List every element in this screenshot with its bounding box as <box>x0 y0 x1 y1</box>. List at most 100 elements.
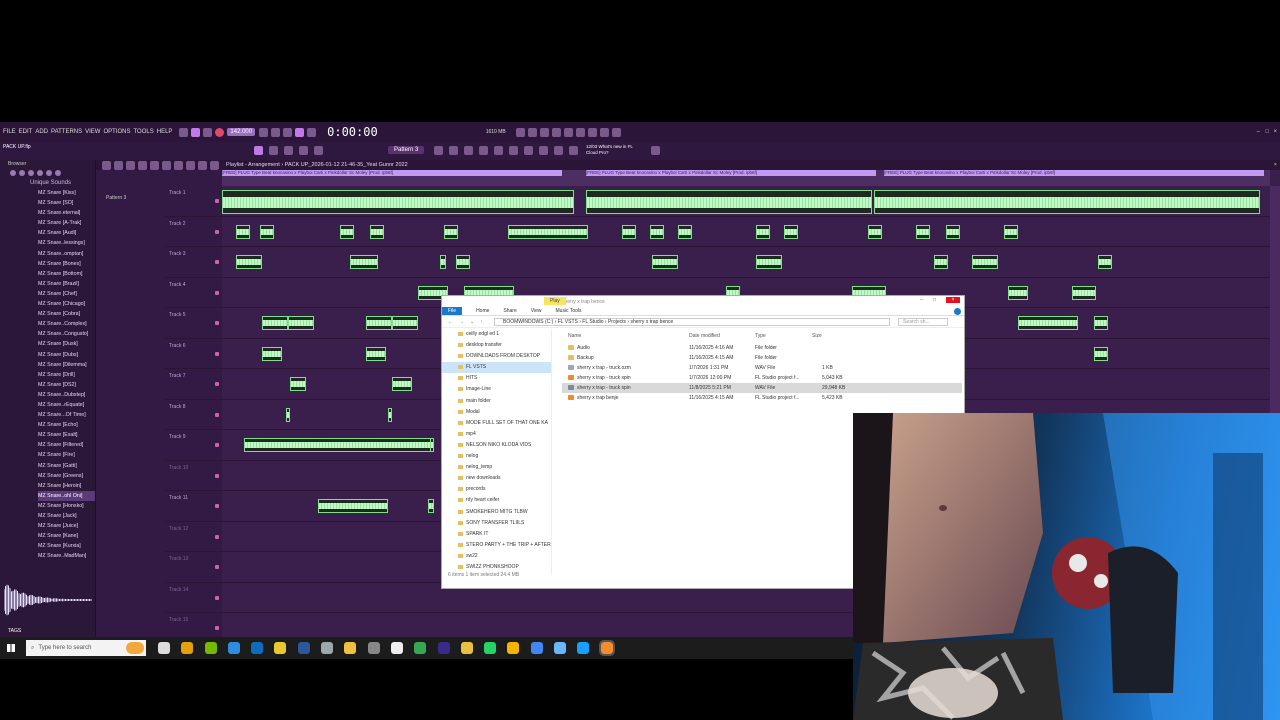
nav-folder-item[interactable]: new downloads <box>442 473 551 484</box>
browser-item[interactable]: MZ Snare..MadMan] <box>38 551 95 561</box>
playlist-icon[interactable] <box>434 146 443 155</box>
playlist-draw-icon[interactable] <box>126 160 135 170</box>
track-label[interactable]: Track 10 <box>169 465 188 471</box>
piano-icon[interactable] <box>524 146 533 155</box>
file-row[interactable]: Audio 11/16/2025 4:16 AM File folder <box>562 343 962 353</box>
audio-clip[interactable] <box>756 224 770 239</box>
stop-button[interactable] <box>203 127 213 137</box>
audio-clip[interactable] <box>262 316 288 330</box>
mixer-icon[interactable] <box>527 127 537 137</box>
address-bar[interactable]: BOOMWINDOWS (C:) › FL VSTS › FL Studio ›… <box>494 317 890 326</box>
pattern-selector[interactable]: Pattern 3 <box>388 146 425 154</box>
pattern-song-toggle[interactable] <box>179 127 189 137</box>
track-label[interactable]: Track 5 <box>169 312 185 318</box>
mixer-window-icon[interactable] <box>479 146 488 155</box>
browser-item[interactable]: MZ Snare [Jack] <box>38 511 95 521</box>
browser-snap-icon[interactable] <box>55 170 61 176</box>
path-segment[interactable]: FL VSTS <box>558 319 578 325</box>
next-icon[interactable] <box>269 146 278 155</box>
browser-item[interactable]: MZ Snare [DS2] <box>38 380 95 390</box>
browser-item[interactable]: MZ Snare [Dilemma] <box>38 360 95 370</box>
nav-folder-item[interactable]: mp4 <box>442 429 551 440</box>
track-label[interactable]: Track 7 <box>169 373 185 379</box>
track-label[interactable]: Track 9 <box>169 434 185 440</box>
recent-icon[interactable]: ⌄ <box>470 319 474 325</box>
ribbon-tab-music-tools[interactable]: Music Tools <box>556 308 582 314</box>
channel-rack-icon[interactable] <box>587 127 597 137</box>
word-icon[interactable] <box>297 642 310 654</box>
browser-item[interactable]: MZ Snare [Brazil] <box>38 279 95 289</box>
audio-clip[interactable] <box>350 255 378 269</box>
menu-edit[interactable]: EDIT <box>19 129 33 135</box>
audio-clip[interactable] <box>1008 285 1028 300</box>
audio-clip[interactable] <box>444 224 458 239</box>
audio-clip[interactable] <box>244 438 434 452</box>
track-label[interactable]: Track 3 <box>169 251 185 257</box>
audio-clip[interactable] <box>1094 346 1108 361</box>
ribbon-tab-home[interactable]: Home <box>476 308 489 314</box>
audio-clip[interactable] <box>874 190 1260 214</box>
nav-folder-item[interactable]: rdy heart ceifer <box>442 495 551 506</box>
browser-item[interactable]: MZ Snare [Heroin] <box>38 481 95 491</box>
file-row[interactable]: sherry x trap - truck spin 1/7/2026 12:00… <box>562 373 962 383</box>
plugin-database-icon[interactable] <box>509 146 518 155</box>
track-label[interactable]: Track 8 <box>169 404 185 410</box>
nav-folder-item[interactable]: FL VSTS <box>442 362 551 374</box>
undo-icon[interactable] <box>515 127 525 137</box>
audio-clip[interactable] <box>366 316 392 330</box>
track-label[interactable]: Track 6 <box>169 343 185 349</box>
path-segment[interactable]: sherry x trap bence <box>630 319 673 325</box>
path-segment[interactable]: Projects <box>608 319 626 325</box>
cloud-news[interactable]: 12/03 What's new in FL Cloud Pro? <box>586 144 633 156</box>
chrome-beta-icon[interactable] <box>274 642 287 654</box>
plugin-icon[interactable] <box>575 127 585 137</box>
ribbon-tab-view[interactable]: View <box>531 308 542 314</box>
minimize-icon[interactable]: – <box>920 297 923 303</box>
audio-clip[interactable] <box>456 255 470 269</box>
nav-folder-item[interactable]: SMOKEHERO MITG TLBW <box>442 507 551 518</box>
record-button[interactable] <box>215 127 225 137</box>
browser-item[interactable]: MZ Snare..lessings] <box>38 238 95 248</box>
nav-folder-item[interactable]: main folder <box>442 396 551 407</box>
track-lane[interactable] <box>222 247 1270 277</box>
outlook-icon[interactable] <box>251 642 264 654</box>
file-explorer-icon[interactable] <box>344 642 357 654</box>
audio-clip[interactable] <box>388 407 392 422</box>
browser-item[interactable]: MZ Snare [Bottom] <box>38 269 95 279</box>
browser-item[interactable]: MZ Snare [Kurxia] <box>38 541 95 551</box>
browser-item[interactable]: MZ Snare...Of Time] <box>38 410 95 420</box>
nav-folder-item[interactable]: HITS <box>442 373 551 384</box>
audio-clip[interactable] <box>622 224 636 239</box>
file-row[interactable]: Backup 11/16/2025 4:15 AM File folder <box>562 353 962 363</box>
audio-clip[interactable] <box>586 190 872 214</box>
menu-file[interactable]: FILE <box>3 129 16 135</box>
audio-clip[interactable] <box>392 316 418 330</box>
audio-clip[interactable] <box>678 224 692 239</box>
audio-clip[interactable] <box>236 224 250 239</box>
menu-patterns[interactable]: PATTERNS <box>51 129 82 135</box>
timeline-ruler[interactable]: [FREE] PLUG Type Beat knocasino x Playbo… <box>222 170 1270 186</box>
wait-icon[interactable] <box>271 127 281 137</box>
settings-icon[interactable] <box>651 146 660 155</box>
column-name[interactable]: Name <box>568 333 581 339</box>
playlist-zoom-icon[interactable] <box>210 160 219 170</box>
browser-item[interactable]: MZ Snare [Juice] <box>38 521 95 531</box>
browser-item[interactable]: MZ Snare [Chef] <box>38 289 95 299</box>
browser-item[interactable]: MZ Snare [Dubs] <box>38 350 95 360</box>
maximize-icon[interactable]: □ <box>933 297 936 303</box>
audio-clip[interactable] <box>428 499 434 513</box>
audio-clip[interactable] <box>868 224 882 239</box>
ribbon-tab-file[interactable]: File <box>442 307 463 315</box>
browser-item[interactable]: MZ Snare [Filtered] <box>38 440 95 450</box>
nav-folder-item[interactable]: sw22 <box>442 551 551 562</box>
browser-item[interactable]: MZ Snare [Chicago] <box>38 299 95 309</box>
loop-record-icon[interactable] <box>307 127 317 137</box>
nav-folder-item[interactable]: precords <box>442 484 551 495</box>
notepad-icon[interactable] <box>554 642 567 654</box>
tags-label[interactable]: TAGS <box>8 628 21 634</box>
column-type[interactable]: Type <box>755 333 766 339</box>
track-label[interactable]: Track 2 <box>169 221 185 227</box>
nav-folder-item[interactable]: nelog_temp <box>442 462 551 473</box>
path-segment[interactable]: FL Studio <box>582 319 603 325</box>
column-size[interactable]: Size <box>812 333 822 339</box>
